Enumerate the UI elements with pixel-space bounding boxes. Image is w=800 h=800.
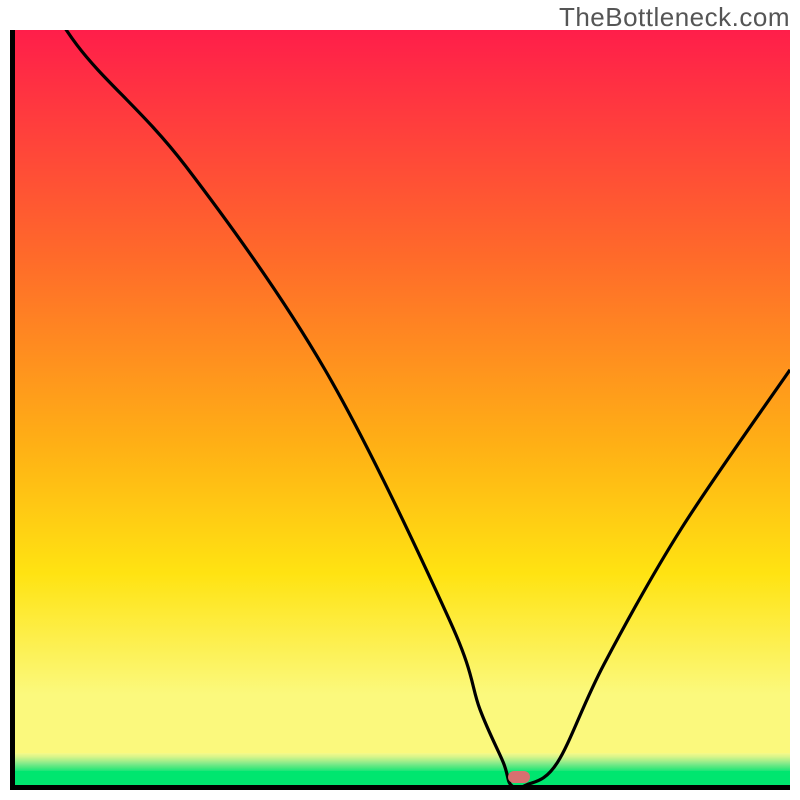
- watermark-text: TheBottleneck.com: [559, 2, 790, 33]
- plot-area: [10, 30, 790, 790]
- minimum-marker: [508, 771, 530, 783]
- bottleneck-curve: [15, 30, 790, 785]
